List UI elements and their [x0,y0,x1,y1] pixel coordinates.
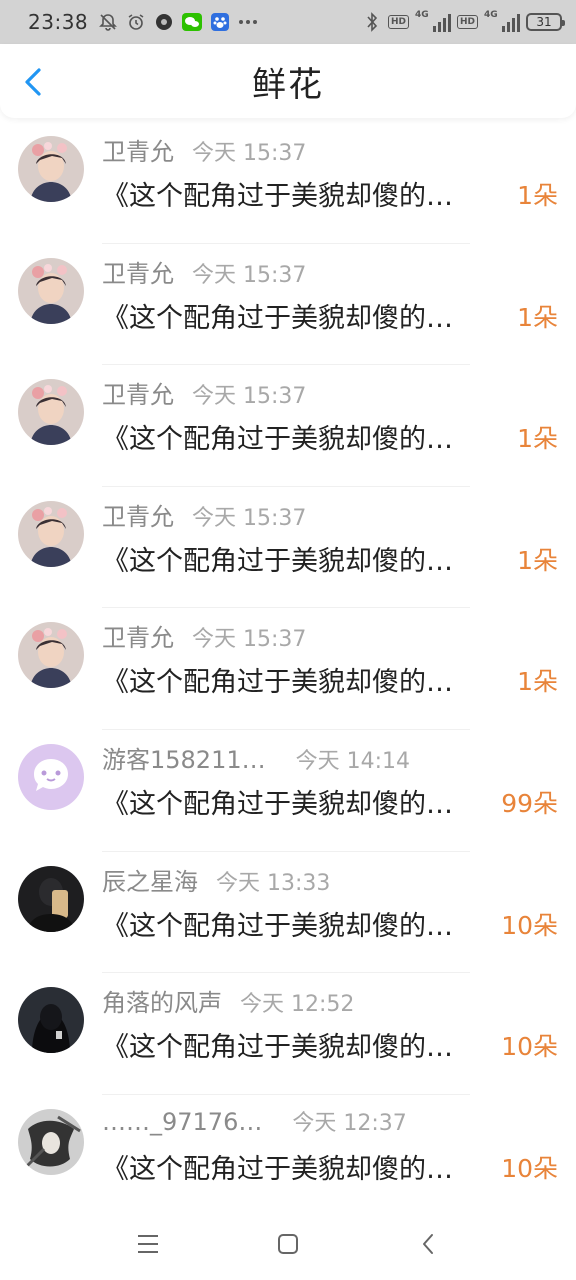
list-item[interactable]: 卫青允 今天 15:37 《这个配角过于美貌却傻的… 1朵 [0,608,576,730]
user-name[interactable]: 卫青允 [102,618,174,653]
app-camera-icon [154,12,174,32]
message-text[interactable]: 《这个配角过于美貌却傻的… [102,904,500,943]
message-text[interactable]: 《这个配角过于美貌却傻的… [102,296,500,335]
avatar[interactable] [18,257,84,324]
flower-count: 10朵 [501,1153,558,1183]
more-dots-icon [238,12,258,32]
mute-bell-icon [98,12,118,32]
list-item[interactable]: ……_97176… 今天 12:37 《这个配角过于美貌却傻的… 10朵 [0,1095,576,1217]
name-line: ……_97176… 今天 12:37 [102,1105,407,1137]
list-item[interactable]: 卫青允 今天 15:37 《这个配角过于美貌却傻的… 1朵 [0,244,576,366]
flower-count: 1朵 [517,667,558,697]
timestamp: 今天 13:33 [216,870,331,896]
chevron-left-icon [25,68,41,96]
back-arrow-icon [423,1234,433,1254]
avatar[interactable] [18,987,84,1054]
list-item[interactable]: 卫青允 今天 15:37 《这个配角过于美貌却傻的… 1朵 [0,122,576,244]
list-item[interactable]: 游客158211… 今天 14:14 《这个配角过于美貌却傻的… 99朵 [0,730,576,852]
flower-count: 1朵 [517,181,558,210]
user-name[interactable]: 卫青允 [102,254,174,289]
wechat-icon [182,12,203,32]
battery-level: 31 [536,15,552,29]
list-item[interactable]: 角落的风声 今天 12:52 《这个配角过于美貌却傻的… 10朵 [0,973,576,1095]
home-square-icon [278,1234,298,1254]
message-text[interactable]: 《这个配角过于美貌却傻的… [102,539,500,578]
system-nav-bar [0,1208,576,1280]
avatar[interactable] [18,136,84,202]
timestamp: 今天 15:37 [192,141,307,166]
timestamp: 今天 15:37 [192,384,307,410]
message-text[interactable]: 《这个配角过于美貌却傻的… [102,782,500,821]
battery-icon: 31 [526,13,565,31]
name-line: 卫青允 今天 15:37 [102,618,306,653]
avatar[interactable] [18,500,84,567]
list-item[interactable]: 卫青允 今天 15:37 《这个配角过于美貌却傻的… 1朵 [0,487,576,609]
flower-list: 卫青允 今天 15:37 《这个配角过于美貌却傻的… 1朵 卫青允 今天 15:… [0,122,576,1216]
alarm-clock-icon [126,12,146,32]
menu-icon [138,1235,158,1253]
timestamp: 今天 15:37 [192,627,307,653]
avatar[interactable] [18,1108,84,1175]
user-name[interactable]: 卫青允 [102,375,174,410]
home-button[interactable] [268,1224,308,1264]
avatar[interactable] [18,379,84,446]
signal-icon: 4G [414,10,451,32]
status-bar: 23:38 HD 4G HD 4G 31 [0,0,576,44]
timestamp: 今天 12:37 [292,1110,407,1136]
avatar[interactable] [18,865,84,932]
hd-badge: HD [387,15,409,29]
bluetooth-icon [362,12,382,32]
user-name[interactable]: 卫青允 [102,497,174,532]
name-line: 游客158211… 今天 14:14 [102,740,410,775]
header: 鲜花 [0,44,576,118]
name-line: 辰之星海 今天 13:33 [102,862,330,897]
flower-count: 1朵 [517,545,558,575]
avatar[interactable] [18,743,84,810]
baidu-icon [210,12,230,32]
user-name[interactable]: 卫青允 [102,132,174,167]
user-name[interactable]: ……_97176… [102,1108,262,1136]
flower-count: 10朵 [501,910,558,940]
name-line: 卫青允 今天 15:37 [102,497,306,532]
timestamp: 今天 15:37 [192,262,307,288]
timestamp: 今天 15:37 [192,505,307,531]
network-label: 4G [484,10,498,20]
menu-button[interactable] [128,1224,168,1264]
page-title: 鲜花 [252,64,324,105]
flower-count: 99朵 [501,788,558,818]
list-item[interactable]: 卫青允 今天 15:37 《这个配角过于美貌却傻的… 1朵 [0,365,576,487]
name-line: 卫青允 今天 15:37 [102,254,306,289]
list-item[interactable]: 辰之星海 今天 13:33 《这个配角过于美貌却傻的… 10朵 [0,852,576,974]
system-status: HD 4G HD 4G 31 [362,10,565,32]
user-name[interactable]: 辰之星海 [102,862,198,897]
flower-count: 1朵 [517,302,558,332]
user-name[interactable]: 游客158211… [102,740,266,775]
flower-count: 1朵 [517,424,558,454]
back-nav-button[interactable] [408,1224,448,1264]
flower-count: 10朵 [501,1032,558,1062]
message-text[interactable]: 《这个配角过于美貌却傻的… [102,1147,500,1186]
signal-icon: 4G [484,10,520,32]
status-time: 23:38 [28,10,89,34]
name-line: 卫青允 今天 15:37 [102,375,306,410]
message-text[interactable]: 《这个配角过于美貌却傻的… [102,660,500,699]
timestamp: 今天 14:14 [295,748,411,774]
message-text[interactable]: 《这个配角过于美貌却傻的… [102,417,500,456]
timestamp: 今天 12:52 [240,992,355,1018]
name-line: 卫青允 今天 15:37 [102,132,306,167]
message-text[interactable]: 《这个配角过于美貌却傻的… [102,174,500,213]
message-text[interactable]: 《这个配角过于美貌却傻的… [102,1025,500,1064]
network-label: 4G [414,10,429,20]
avatar[interactable] [18,622,84,689]
notification-icons [98,12,258,32]
name-line: 角落的风声 今天 12:52 [102,983,354,1018]
back-button[interactable] [18,64,48,100]
user-name[interactable]: 角落的风声 [102,983,222,1018]
hd-badge: HD [456,15,478,29]
